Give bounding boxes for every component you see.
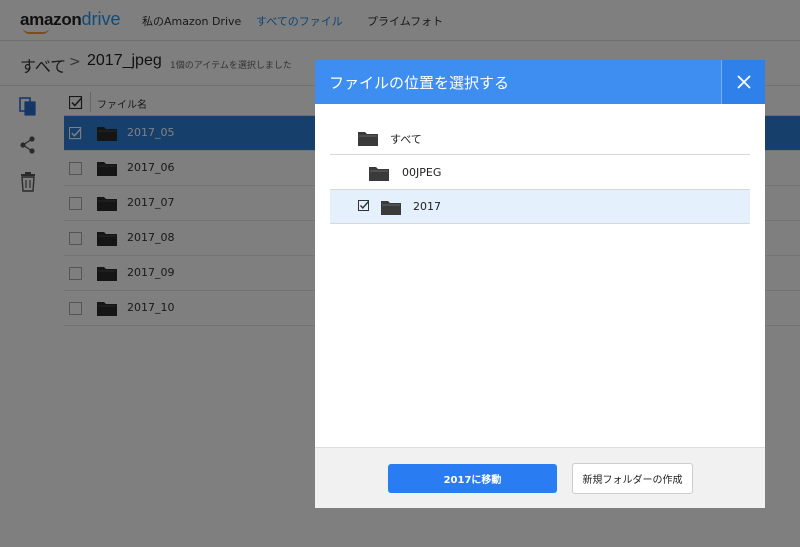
dialog-title: ファイルの位置を選択する (329, 74, 510, 92)
move-to-2017-button[interactable]: 2017に移動 (388, 464, 557, 493)
folder-tree-label: すべて (390, 133, 422, 146)
folder-tree-label: 2017 (413, 200, 441, 213)
dialog-footer: 2017に移動 新規フォルダーの作成 (315, 447, 765, 508)
create-new-folder-button[interactable]: 新規フォルダーの作成 (572, 463, 693, 494)
folder-tree-item-00jpeg[interactable]: 00JPEG (330, 156, 750, 190)
folder-icon (369, 167, 389, 181)
check-icon (358, 200, 370, 211)
select-location-dialog: ファイルの位置を選択する すべて 00JPEG 2017 2017に移動 新規フ… (315, 60, 765, 508)
close-icon (737, 75, 751, 89)
folder-tree-label: 00JPEG (402, 166, 442, 179)
folder-tree-item-root[interactable]: すべて (330, 121, 750, 155)
folder-icon (358, 132, 378, 146)
folder-tree-item-2017[interactable]: 2017 (330, 190, 750, 224)
folder-icon (381, 201, 401, 215)
close-button[interactable] (721, 60, 765, 104)
dialog-header: ファイルの位置を選択する (315, 60, 765, 104)
